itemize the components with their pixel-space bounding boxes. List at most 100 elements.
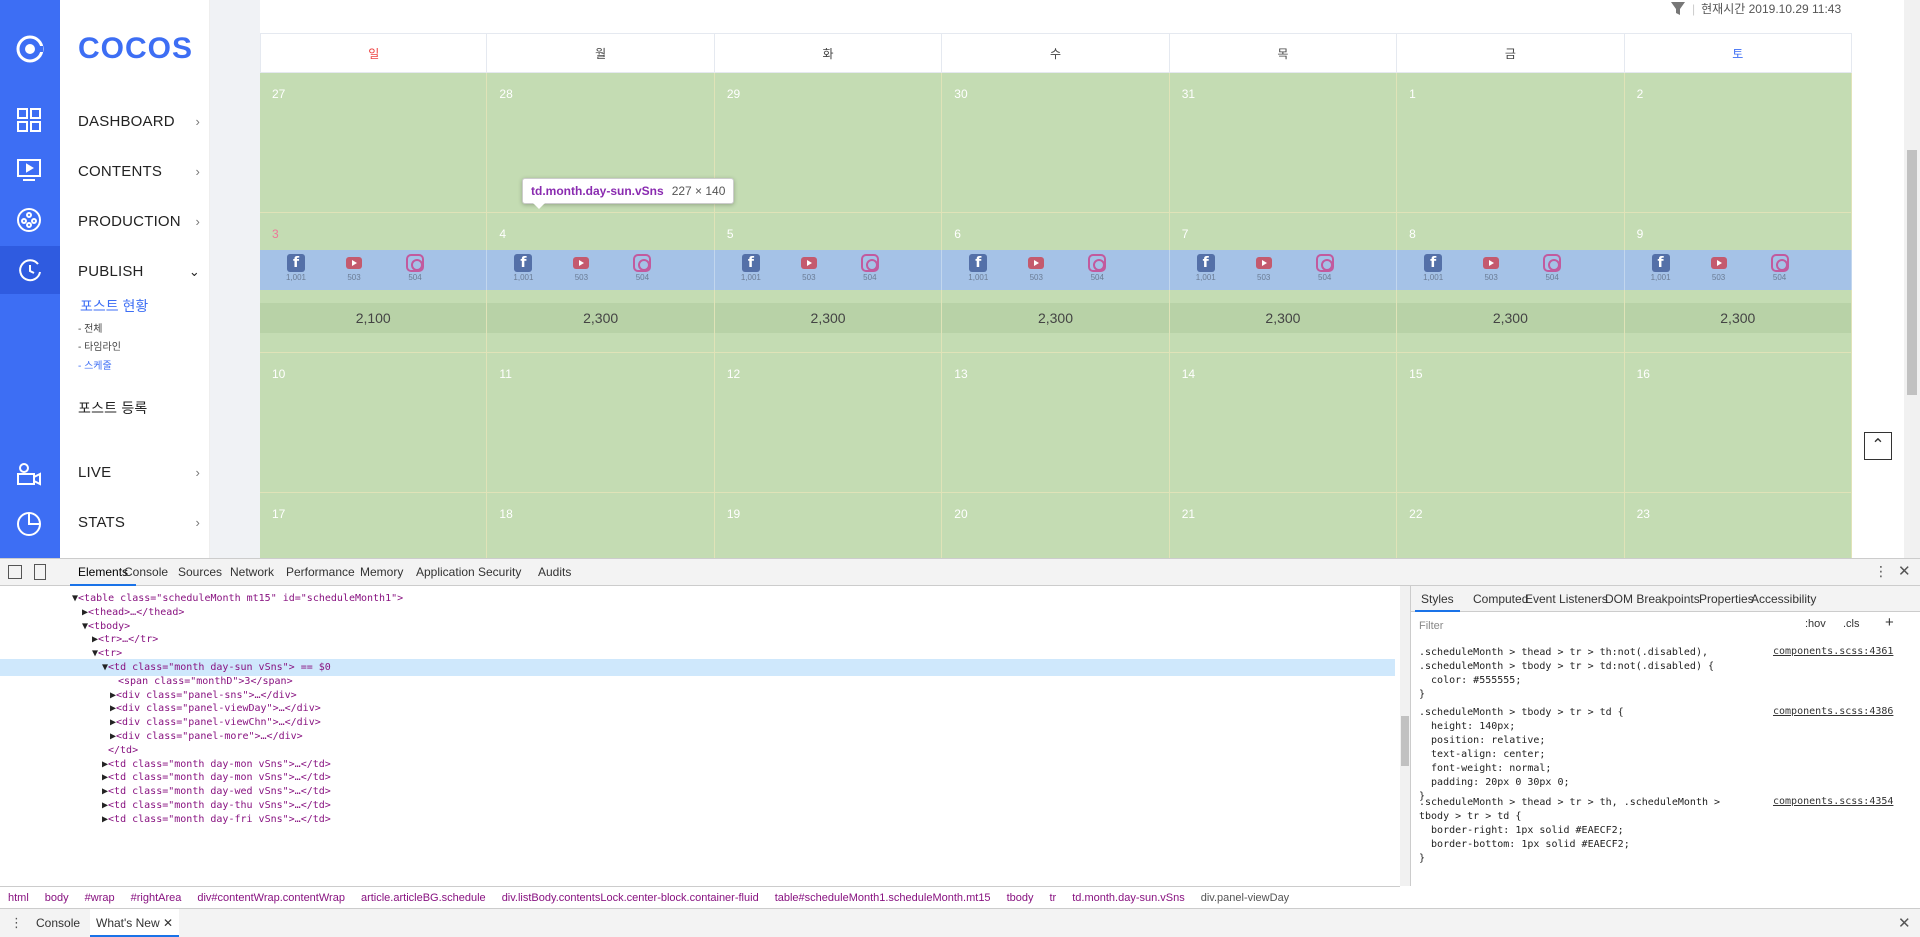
hov-toggle[interactable]: :hov: [1805, 618, 1826, 630]
cls-toggle[interactable]: .cls: [1843, 618, 1860, 630]
youtube-count[interactable]: 503: [1021, 254, 1051, 282]
calendar-day-cell[interactable]: 5 f 1,001 503 504 2,300: [714, 213, 943, 353]
css-rule[interactable]: .scheduleMonth > thead > tr > th:not(.di…: [1419, 646, 1714, 702]
calendar-day-cell[interactable]: 11: [487, 353, 715, 493]
calendar-day-cell[interactable]: 15: [1397, 353, 1625, 493]
breadcrumb-item[interactable]: div.panel-viewDay: [1201, 892, 1289, 904]
breadcrumb-item[interactable]: body: [45, 892, 69, 904]
calendar-day-cell[interactable]: 16: [1624, 353, 1852, 493]
close-devtools-icon[interactable]: ✕: [1898, 562, 1911, 580]
css-source-link[interactable]: components.scss:4386: [1773, 706, 1893, 717]
publish-icon[interactable]: [0, 246, 60, 294]
calendar-day-cell[interactable]: 10: [260, 353, 488, 493]
styles-tab[interactable]: DOM Breakpoints: [1599, 586, 1706, 612]
facebook-count[interactable]: f 1,001: [736, 254, 766, 282]
scroll-top-button[interactable]: ⌃: [1864, 432, 1892, 460]
devtools-tab-performance[interactable]: Performance: [278, 559, 363, 586]
add-rule-icon[interactable]: +: [1885, 614, 1894, 631]
facebook-count[interactable]: f 1,001: [1646, 254, 1676, 282]
instagram-count[interactable]: 504: [400, 254, 430, 282]
calendar-day-cell[interactable]: 13: [942, 353, 1170, 493]
dom-node-line[interactable]: ▶<td class="month day-fri vSns">…</td>: [0, 811, 331, 828]
facebook-count[interactable]: f 1,001: [1191, 254, 1221, 282]
instagram-count[interactable]: 504: [1082, 254, 1112, 282]
youtube-count[interactable]: 503: [1476, 254, 1506, 282]
devtools-tab-security[interactable]: Security: [470, 559, 529, 586]
submenu-timeline[interactable]: - 타임라인: [78, 338, 121, 353]
device-toggle-icon[interactable]: [34, 564, 46, 580]
devtools-tab-memory[interactable]: Memory: [352, 559, 411, 586]
calendar-day-cell[interactable]: 9 f 1,001 503 504 2,300: [1624, 213, 1852, 353]
scrollbar-thumb[interactable]: [1907, 150, 1917, 395]
menu-item-dashboard[interactable]: DASHBOARD ›: [78, 113, 200, 130]
breadcrumb-item[interactable]: #wrap: [85, 892, 115, 904]
breadcrumb-item[interactable]: #rightArea: [131, 892, 182, 904]
menu-item-publish[interactable]: PUBLISH ⌄: [78, 263, 200, 280]
youtube-count[interactable]: 503: [1249, 254, 1279, 282]
calendar-day-cell[interactable]: 19: [714, 493, 943, 558]
drawer-tab-console[interactable]: Console: [30, 909, 86, 937]
youtube-count[interactable]: 503: [339, 254, 369, 282]
stats-icon[interactable]: [15, 510, 45, 540]
close-drawer-icon[interactable]: ✕: [1898, 914, 1911, 932]
breadcrumb-item[interactable]: div#contentWrap.contentWrap: [197, 892, 345, 904]
calendar-day-cell[interactable]: 21: [1169, 493, 1398, 558]
devtools-tab-network[interactable]: Network: [222, 559, 282, 586]
devtools-tab-audits[interactable]: Audits: [530, 559, 579, 586]
inspect-icon[interactable]: [8, 565, 22, 579]
calendar-day-cell[interactable]: 17: [260, 493, 488, 558]
facebook-count[interactable]: f 1,001: [963, 254, 993, 282]
calendar-day-cell[interactable]: 7 f 1,001 503 504 2,300: [1169, 213, 1398, 353]
calendar-day-cell[interactable]: 31: [1169, 73, 1398, 213]
calendar-day-cell[interactable]: 8 f 1,001 503 504 2,300: [1397, 213, 1625, 353]
calendar-day-cell[interactable]: 4 f 1,001 503 504 2,300: [487, 213, 715, 353]
styles-filter-input[interactable]: Filter: [1415, 617, 1795, 635]
facebook-count[interactable]: f 1,001: [1418, 254, 1448, 282]
menu-item-production[interactable]: PRODUCTION ›: [78, 213, 200, 230]
submenu-post-status[interactable]: 포스트 현황: [80, 296, 148, 316]
css-source-link[interactable]: components.scss:4361: [1773, 646, 1893, 657]
css-rule[interactable]: .scheduleMonth > thead > tr > th, .sched…: [1419, 796, 1720, 866]
facebook-count[interactable]: f 1,001: [281, 254, 311, 282]
youtube-count[interactable]: 503: [794, 254, 824, 282]
instagram-count[interactable]: 504: [1310, 254, 1340, 282]
menu-item-live[interactable]: LIVE ›: [78, 464, 200, 481]
css-rule[interactable]: .scheduleMonth > tbody > tr > td { heigh…: [1419, 706, 1624, 804]
styles-tab[interactable]: Styles: [1415, 586, 1460, 612]
devtools-tab-console[interactable]: Console: [116, 559, 176, 586]
breadcrumb-item[interactable]: div.listBody.contentsLock.center-block.c…: [502, 892, 759, 904]
calendar-day-cell[interactable]: 22: [1397, 493, 1625, 558]
breadcrumb-item[interactable]: tr: [1049, 892, 1056, 904]
breadcrumb-item[interactable]: table#scheduleMonth1.scheduleMonth.mt15: [775, 892, 991, 904]
app-logo[interactable]: COCOS: [78, 32, 193, 66]
calendar-day-cell[interactable]: 29: [714, 73, 943, 213]
live-icon[interactable]: [15, 460, 45, 490]
instagram-count[interactable]: 504: [1765, 254, 1795, 282]
facebook-count[interactable]: f 1,001: [508, 254, 538, 282]
menu-item-contents[interactable]: CONTENTS ›: [78, 163, 200, 180]
instagram-count[interactable]: 504: [627, 254, 657, 282]
contents-icon[interactable]: [15, 156, 45, 186]
calendar-day-cell[interactable]: 18: [487, 493, 715, 558]
calendar-day-cell[interactable]: 2: [1624, 73, 1852, 213]
breadcrumb-item[interactable]: td.month.day-sun.vSns: [1072, 892, 1185, 904]
drawer-tab-whats-new[interactable]: What's New ✕: [90, 909, 180, 937]
breadcrumb-item[interactable]: article.articleBG.schedule: [361, 892, 486, 904]
calendar-day-cell[interactable]: 20: [942, 493, 1170, 558]
calendar-day-cell[interactable]: 3 f 1,001 503 504 2,100: [260, 213, 488, 353]
filter-icon[interactable]: [1670, 1, 1686, 17]
breadcrumb-item[interactable]: html: [8, 892, 29, 904]
drawer-menu-icon[interactable]: ⋮: [10, 915, 23, 931]
calendar-day-cell[interactable]: 1: [1397, 73, 1625, 213]
calendar-day-cell[interactable]: 12: [714, 353, 943, 493]
css-source-link[interactable]: components.scss:4354: [1773, 796, 1893, 807]
menu-item-post-register[interactable]: 포스트 등록: [78, 398, 200, 418]
menu-item-stats[interactable]: STATS ›: [78, 514, 200, 531]
instagram-count[interactable]: 504: [855, 254, 885, 282]
close-tab-icon[interactable]: ✕: [163, 916, 173, 930]
calendar-day-cell[interactable]: 14: [1169, 353, 1398, 493]
calendar-day-cell[interactable]: 6 f 1,001 503 504 2,300: [942, 213, 1170, 353]
youtube-count[interactable]: 503: [566, 254, 596, 282]
dashboard-icon[interactable]: [15, 106, 45, 136]
calendar-day-cell[interactable]: 23: [1624, 493, 1852, 558]
